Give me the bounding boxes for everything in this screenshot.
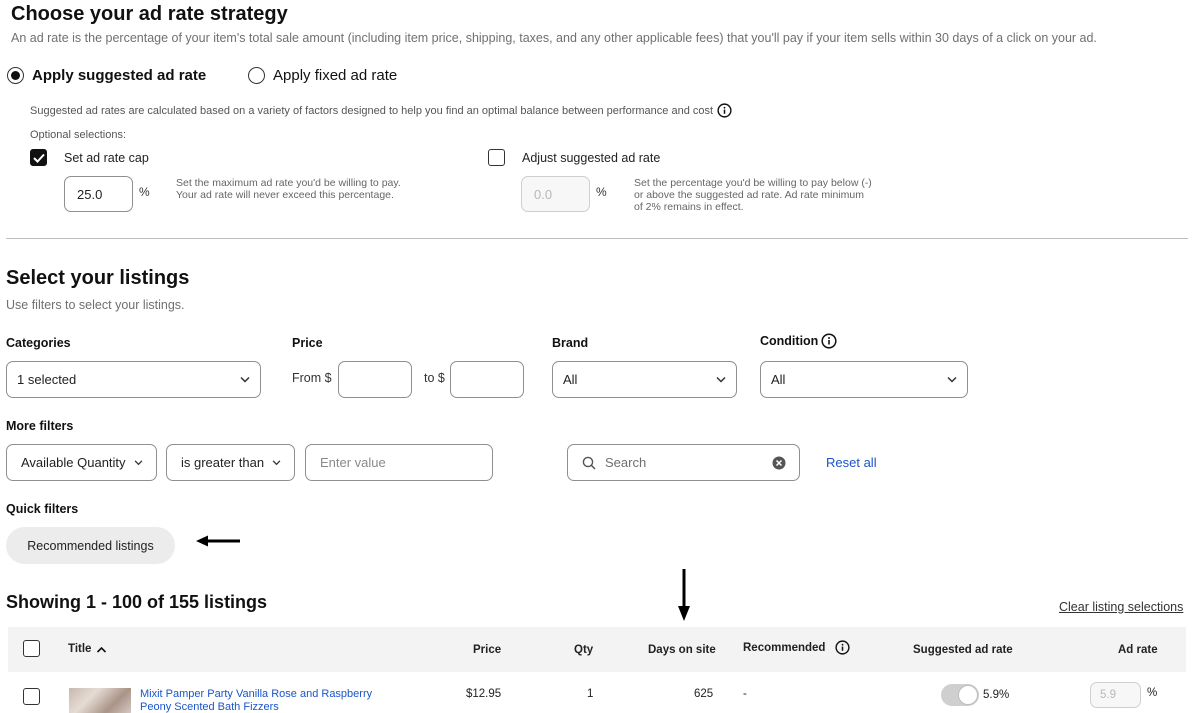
clear-search-icon[interactable] <box>772 456 786 470</box>
listing-title-line1: Mixit Pamper Party Vanilla Rose and Rasp… <box>140 688 373 700</box>
price-to-label: to $ <box>424 371 445 385</box>
radio-suggested-label: Apply suggested ad rate <box>32 67 207 84</box>
strategy-title: Choose your ad rate strategy <box>11 3 288 25</box>
cap-label: Set ad rate cap <box>64 150 149 165</box>
column-ad-rate: Ad rate <box>1118 644 1158 656</box>
filter-field-dropdown[interactable]: Available Quantity <box>6 444 157 481</box>
suggested-note-text: Suggested ad rates are calculated based … <box>30 104 714 117</box>
column-recommended-label: Recommended <box>743 641 826 654</box>
search-placeholder: Search <box>605 455 647 470</box>
chevron-up-icon <box>97 646 107 653</box>
chevron-down-icon <box>134 459 142 465</box>
toggle-knob <box>958 685 978 705</box>
cap-percent: % <box>139 185 150 199</box>
listing-price: $12.95 <box>466 688 502 700</box>
select-all-checkbox[interactable] <box>23 640 40 657</box>
results-count: Showing 1 - 100 of 155 listings <box>6 592 268 612</box>
suggested-rate-value: 5.9% <box>983 689 1010 701</box>
column-recommended: Recommended <box>743 640 851 655</box>
cap-help-line1: Set the maximum ad rate you'd be willing… <box>176 177 401 189</box>
column-title[interactable]: Title <box>68 643 107 655</box>
filter-operator-value: is greater than <box>181 455 265 470</box>
cap-checkbox-row[interactable]: Set ad rate cap <box>30 149 149 166</box>
price-label: Price <box>292 336 323 350</box>
column-title-label: Title <box>68 643 92 655</box>
column-days[interactable]: Days on site <box>648 644 716 656</box>
adjust-help-line2: or above the suggested ad rate. Ad rate … <box>634 189 864 201</box>
adjust-checkbox-row[interactable]: Adjust suggested ad rate <box>488 149 660 166</box>
quick-filter-recommended[interactable]: Recommended listings <box>6 527 175 564</box>
arrow-down-annotation <box>678 569 690 621</box>
cap-help: Set the maximum ad rate you'd be willing… <box>176 177 401 201</box>
categories-select[interactable]: 1 selected <box>6 361 261 398</box>
listing-thumbnail[interactable] <box>69 688 131 713</box>
condition-label-row: Condition <box>760 333 837 349</box>
brand-value: All <box>563 372 578 387</box>
info-icon[interactable] <box>835 640 851 655</box>
search-input[interactable]: Search <box>567 444 800 481</box>
row-checkbox[interactable] <box>23 688 40 705</box>
quick-filters-label: Quick filters <box>6 502 79 516</box>
clear-selections-link[interactable]: Clear listing selections <box>1059 600 1183 614</box>
filter-field-value: Available Quantity <box>21 455 126 470</box>
chevron-down-icon <box>240 376 250 383</box>
adjust-input[interactable]: 0.0 <box>521 176 590 212</box>
search-icon <box>582 456 596 470</box>
column-suggested-rate: Suggested ad rate <box>913 644 1013 656</box>
condition-value: All <box>771 372 786 387</box>
filter-value-input[interactable]: Enter value <box>305 444 493 481</box>
info-icon[interactable] <box>821 333 837 349</box>
condition-select[interactable]: All <box>760 361 968 398</box>
checkmark-icon <box>32 153 45 163</box>
info-icon[interactable] <box>717 103 732 118</box>
listings-title: Select your listings <box>6 267 190 289</box>
chevron-down-icon <box>716 376 726 383</box>
chevron-down-icon <box>947 376 957 383</box>
cap-help-line2: Your ad rate will never exceed this perc… <box>176 189 394 201</box>
listing-days: 625 <box>694 688 714 700</box>
adjust-label: Adjust suggested ad rate <box>522 150 661 165</box>
suggested-note: Suggested ad rates are calculated based … <box>30 103 732 118</box>
radio-fixed[interactable]: Apply fixed ad rate <box>248 67 397 84</box>
listing-title-line2: Peony Scented Bath Fizzers <box>140 701 279 713</box>
radio-fixed-control[interactable] <box>248 67 265 84</box>
ad-rate-input[interactable]: 5.9 <box>1090 682 1141 708</box>
adjust-help-line3: of 2% remains in effect. <box>634 201 744 213</box>
more-filters-label: More filters <box>6 419 74 433</box>
strategy-description: An ad rate is the percentage of your ite… <box>11 31 1097 45</box>
suggested-rate-toggle[interactable] <box>941 684 979 706</box>
listing-qty: 1 <box>587 688 594 700</box>
optional-label: Optional selections: <box>30 129 126 141</box>
arrow-left-annotation <box>196 535 240 547</box>
radio-suggested[interactable]: Apply suggested ad rate <box>7 67 206 84</box>
chevron-down-icon <box>272 459 281 465</box>
condition-label: Condition <box>760 334 819 348</box>
adjust-help-line1: Set the percentage you'd be willing to p… <box>634 177 872 189</box>
categories-label: Categories <box>6 336 71 350</box>
filter-operator-dropdown[interactable]: is greater than <box>166 444 295 481</box>
listing-title-link[interactable]: Mixit Pamper Party Vanilla Rose and Rasp… <box>140 688 372 713</box>
radio-suggested-control[interactable] <box>7 67 24 84</box>
ad-rate-percent: % <box>1147 687 1158 699</box>
cap-input[interactable]: 25.0 <box>64 176 133 212</box>
price-from-label: From $ <box>292 371 332 385</box>
listings-subtitle: Use filters to select your listings. <box>6 298 185 312</box>
categories-value: 1 selected <box>17 372 77 387</box>
column-price[interactable]: Price <box>473 644 501 656</box>
brand-select[interactable]: All <box>552 361 737 398</box>
section-divider <box>6 238 1188 239</box>
price-from-input[interactable] <box>338 361 412 398</box>
adjust-checkbox[interactable] <box>488 149 505 166</box>
cap-checkbox[interactable] <box>30 149 47 166</box>
brand-label: Brand <box>552 336 589 350</box>
reset-all-link[interactable]: Reset all <box>826 455 877 470</box>
radio-fixed-label: Apply fixed ad rate <box>273 67 398 84</box>
listing-recommended: - <box>743 688 747 700</box>
column-qty[interactable]: Qty <box>574 644 593 656</box>
price-to-input[interactable] <box>450 361 524 398</box>
adjust-help: Set the percentage you'd be willing to p… <box>634 177 872 213</box>
adjust-percent: % <box>596 185 607 199</box>
